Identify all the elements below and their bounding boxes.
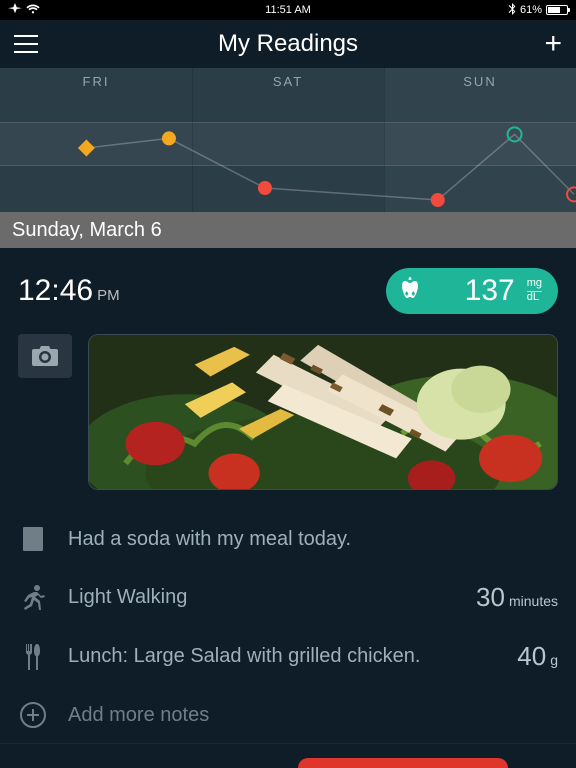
chart-plot (0, 68, 576, 212)
menu-button[interactable] (14, 35, 38, 53)
reading-unit: mg dL (527, 278, 542, 303)
add-notes-row[interactable]: Add more notes (18, 686, 558, 744)
bluetooth-icon (508, 3, 516, 18)
meal-row[interactable]: Lunch: Large Salad with grilled chicken.… (18, 627, 558, 686)
readings-chart[interactable]: FRI SAT SUN (0, 68, 576, 212)
airplane-icon (8, 3, 22, 18)
nav-bar: My Readings + (0, 20, 576, 68)
reading-time-value: 12:46 (18, 274, 93, 307)
note-icon (18, 524, 48, 554)
detail-list: Had a soda with my meal today. Light Wal… (0, 506, 576, 762)
add-notes-label: Add more notes (68, 704, 558, 727)
reading-badge[interactable]: 137 mg dL (386, 268, 558, 314)
wifi-icon (26, 4, 40, 17)
photo-row (0, 328, 576, 506)
plus-circle-icon (18, 700, 48, 730)
note-text: Had a soda with my meal today. (68, 528, 558, 551)
status-bar: 11:51 AM 61% (0, 0, 576, 20)
reading-time: 12:46PM (18, 274, 120, 308)
date-label: Sunday, March 6 (12, 219, 162, 242)
reading-value: 137 (465, 274, 515, 308)
reading-row: 12:46PM 137 mg dL (0, 248, 576, 328)
status-right: 61% (508, 3, 568, 18)
meal-value: 40 g (517, 641, 558, 672)
note-row[interactable]: Had a soda with my meal today. (18, 510, 558, 568)
activity-row[interactable]: Light Walking 30 minutes (18, 568, 558, 627)
status-left (8, 3, 40, 18)
activity-label: Light Walking (68, 586, 456, 609)
battery-pct: 61% (520, 4, 542, 16)
status-time: 11:51 AM (265, 4, 311, 16)
meal-label: Lunch: Large Salad with grilled chicken. (68, 645, 497, 668)
page-title: My Readings (218, 30, 358, 58)
battery-icon (546, 5, 568, 15)
reading-ampm: PM (97, 287, 120, 304)
add-button[interactable]: + (544, 29, 562, 59)
divider (0, 743, 576, 744)
utensils-icon (18, 642, 48, 672)
meal-photo[interactable] (88, 334, 558, 490)
camera-button[interactable] (18, 334, 72, 378)
running-icon (18, 583, 48, 613)
date-banner: Sunday, March 6 (0, 212, 576, 248)
bottom-action-peek[interactable] (298, 758, 508, 768)
camera-icon (31, 345, 59, 367)
apple-core-icon (400, 276, 424, 307)
activity-value: 30 minutes (476, 582, 558, 613)
